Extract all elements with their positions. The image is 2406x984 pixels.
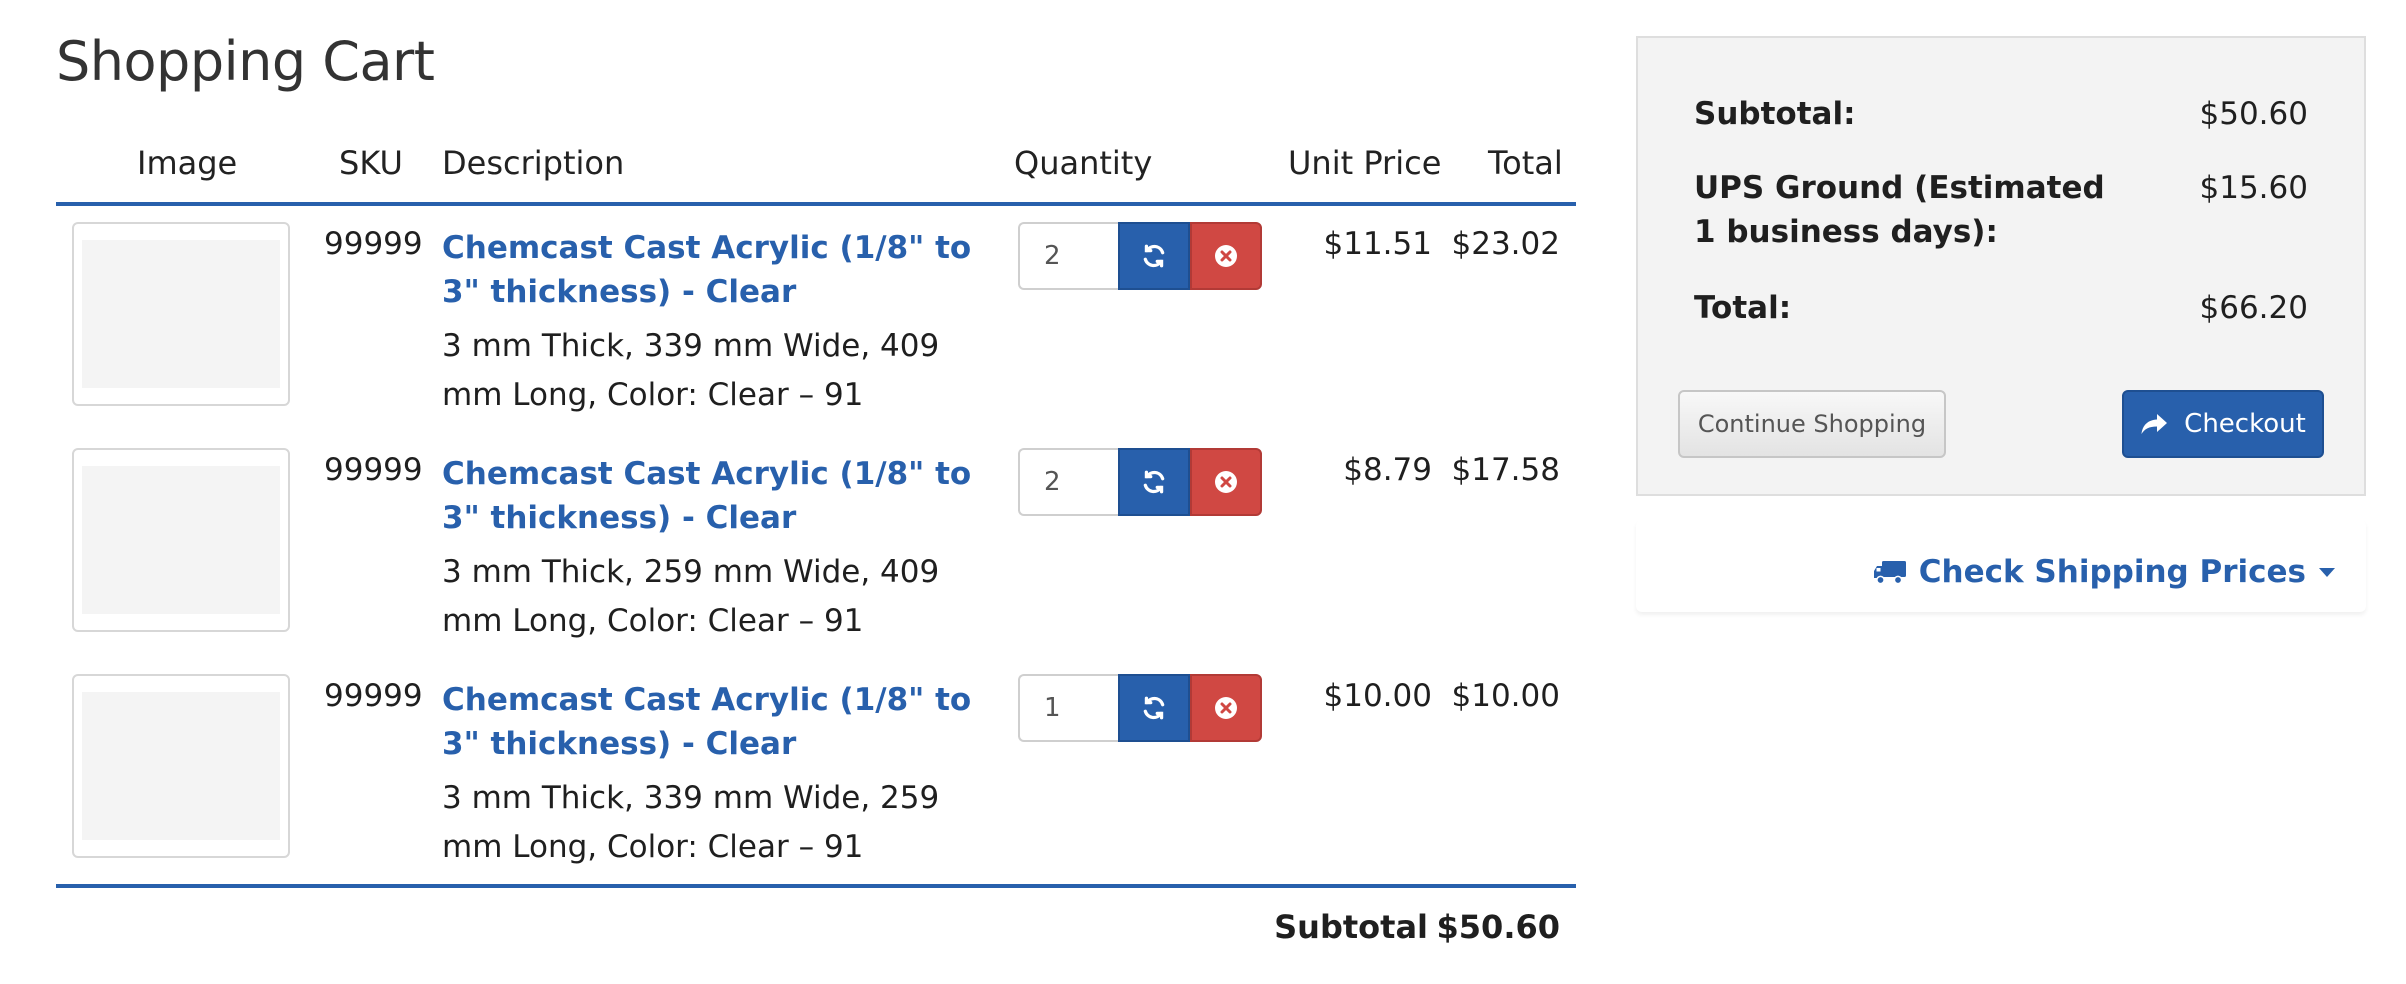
refresh-icon: [1143, 244, 1165, 268]
line-total: $10.00: [1451, 678, 1560, 714]
truck-icon: [1873, 561, 1906, 585]
quantity-input[interactable]: [1018, 674, 1118, 742]
header-sku: SKU: [339, 144, 403, 182]
header-total: Total: [1488, 144, 1563, 182]
table-row: 99999 Chemcast Cast Acrylic (1/8" to 3" …: [56, 206, 1576, 432]
update-quantity-button[interactable]: [1118, 448, 1190, 516]
quantity-group: [1018, 222, 1262, 290]
product-description: Chemcast Cast Acrylic (1/8" to 3" thickn…: [442, 226, 1002, 420]
image-placeholder: [82, 240, 280, 388]
quantity-group: [1018, 674, 1262, 742]
remove-item-button[interactable]: [1190, 222, 1262, 290]
cart-table: Image SKU Description Quantity Unit Pric…: [56, 130, 1576, 960]
checkout-button[interactable]: Checkout: [2122, 390, 2324, 458]
product-options: 3 mm Thick, 259 mm Wide, 409 mm Long, Co…: [442, 554, 940, 639]
image-placeholder: [82, 466, 280, 614]
product-title-link[interactable]: Chemcast Cast Acrylic (1/8" to 3" thickn…: [442, 452, 1002, 540]
quantity-input[interactable]: [1018, 448, 1118, 516]
refresh-icon: [1143, 696, 1165, 720]
remove-circle-icon: [1215, 471, 1237, 493]
order-summary-panel: Subtotal: $50.60 UPS Ground (Estimated 1…: [1636, 36, 2366, 496]
product-sku: 99999: [324, 226, 423, 262]
quantity-group: [1018, 448, 1262, 516]
footer-subtotal-label: Subtotal: [1274, 908, 1428, 946]
product-sku: 99999: [324, 452, 423, 488]
header-quantity: Quantity: [1014, 144, 1153, 182]
page-title: Shopping Cart: [56, 30, 435, 93]
summary-subtotal-value: $50.60: [2199, 96, 2308, 132]
unit-price: $10.00: [1323, 678, 1432, 714]
summary-subtotal-label: Subtotal:: [1694, 96, 1856, 132]
table-footer: Subtotal $50.60: [56, 884, 1576, 960]
refresh-icon: [1143, 470, 1165, 494]
quantity-input[interactable]: [1018, 222, 1118, 290]
header-unit-price: Unit Price: [1288, 144, 1442, 182]
product-image[interactable]: [72, 222, 290, 406]
table-row: 99999 Chemcast Cast Acrylic (1/8" to 3" …: [56, 658, 1576, 884]
caret-down-icon: [2319, 568, 2335, 577]
checkout-label: Checkout: [2184, 409, 2306, 439]
unit-price: $8.79: [1343, 452, 1432, 488]
check-shipping-prices-label: Check Shipping Prices: [1918, 554, 2306, 590]
check-shipping-prices-link[interactable]: Check Shipping Prices: [1873, 554, 2336, 590]
product-image[interactable]: [72, 448, 290, 632]
product-description: Chemcast Cast Acrylic (1/8" to 3" thickn…: [442, 452, 1002, 646]
table-row: 99999 Chemcast Cast Acrylic (1/8" to 3" …: [56, 432, 1576, 658]
unit-price: $11.51: [1323, 226, 1432, 262]
remove-circle-icon: [1215, 245, 1237, 267]
product-title-link[interactable]: Chemcast Cast Acrylic (1/8" to 3" thickn…: [442, 226, 1002, 314]
table-header: Image SKU Description Quantity Unit Pric…: [56, 130, 1576, 206]
shipping-estimator-toggle: Check Shipping Prices: [1636, 520, 2366, 612]
summary-shipping-value: $15.60: [2199, 170, 2308, 206]
remove-item-button[interactable]: [1190, 674, 1262, 742]
product-image[interactable]: [72, 674, 290, 858]
header-image: Image: [137, 144, 238, 182]
update-quantity-button[interactable]: [1118, 674, 1190, 742]
product-sku: 99999: [324, 678, 423, 714]
image-placeholder: [82, 692, 280, 840]
product-options: 3 mm Thick, 339 mm Wide, 409 mm Long, Co…: [442, 328, 940, 413]
share-arrow-icon: [2141, 414, 2168, 434]
remove-item-button[interactable]: [1190, 448, 1262, 516]
continue-shopping-button[interactable]: Continue Shopping: [1678, 390, 1946, 458]
remove-circle-icon: [1215, 697, 1237, 719]
header-description: Description: [442, 144, 625, 182]
product-description: Chemcast Cast Acrylic (1/8" to 3" thickn…: [442, 678, 1002, 872]
summary-total-label: Total:: [1694, 290, 1792, 326]
summary-total-value: $66.20: [2199, 290, 2308, 326]
footer-subtotal-value: $50.60: [1436, 908, 1560, 946]
line-total: $23.02: [1451, 226, 1560, 262]
product-options: 3 mm Thick, 339 mm Wide, 259 mm Long, Co…: [442, 780, 940, 865]
line-total: $17.58: [1451, 452, 1560, 488]
summary-shipping-label: UPS Ground (Estimated 1 business days):: [1694, 170, 2105, 250]
product-title-link[interactable]: Chemcast Cast Acrylic (1/8" to 3" thickn…: [442, 678, 1002, 766]
update-quantity-button[interactable]: [1118, 222, 1190, 290]
